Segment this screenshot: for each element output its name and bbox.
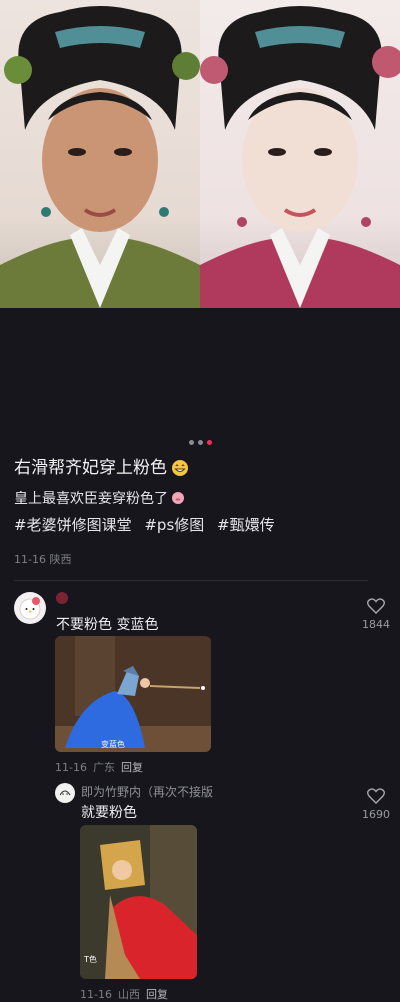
reply-button[interactable]: 回复 — [121, 761, 143, 774]
rose-emoji-icon — [56, 592, 68, 604]
reply-date: 11-16 — [80, 988, 112, 1001]
carousel-indicator[interactable] — [0, 440, 400, 445]
portrait-before — [0, 0, 200, 308]
post-caption: 右滑帮齐妃穿上粉色 皇上最喜欢臣妾穿粉色了 #老婆饼修图课堂 #ps修图 #甄嬛… — [14, 456, 386, 567]
reply-location: 山西 — [117, 988, 140, 1001]
image-caption: T色 — [84, 955, 97, 964]
hashtag-link[interactable]: #ps修图 — [144, 516, 204, 534]
avatar[interactable] — [14, 592, 46, 624]
reply-author[interactable]: 即为竹野内（再次不接版 — [81, 783, 213, 800]
post-subtitle: 皇上最喜欢臣妾穿粉色了 — [14, 491, 168, 507]
pig-emoji-icon — [172, 492, 184, 504]
carousel-dot[interactable] — [197, 440, 203, 445]
comment-date: 11-16 — [55, 761, 87, 774]
image-caption: 变蓝色 — [101, 740, 125, 749]
post-subtitle-row: 皇上最喜欢臣妾穿粉色了 — [14, 488, 386, 508]
post-title-row: 右滑帮齐妃穿上粉色 — [14, 456, 386, 480]
reply-like-count: 1690 — [362, 808, 390, 821]
comment-footer: 11-16 广东 回复 — [55, 759, 149, 775]
comment-location: 广东 — [92, 761, 115, 774]
reply-reply-button[interactable]: 回复 — [146, 988, 168, 1001]
hashtag-list: #老婆饼修图课堂 #ps修图 #甄嬛传 — [14, 514, 386, 535]
hashtag-link[interactable]: #甄嬛传 — [217, 516, 275, 534]
reply-avatar[interactable] — [55, 783, 75, 803]
heart-icon — [367, 788, 385, 804]
reply-like-button[interactable]: 1690 — [362, 788, 390, 821]
carousel-dot-active[interactable] — [206, 440, 212, 445]
comment-image[interactable]: 变蓝色 — [55, 636, 211, 752]
heart-icon — [367, 598, 385, 614]
like-button[interactable]: 1844 — [362, 598, 390, 631]
reply-footer: 11-16 山西 回复 — [80, 986, 174, 1002]
reply-text: 就要粉色 — [81, 805, 137, 821]
post-title: 右滑帮齐妃穿上粉色 — [14, 458, 167, 478]
post-meta: 11-16 陕西 — [14, 553, 72, 566]
portrait-after — [200, 0, 400, 308]
section-divider — [14, 580, 368, 581]
carousel-dot[interactable] — [188, 440, 194, 445]
comment-text: 不要粉色 变蓝色 — [56, 617, 159, 633]
like-count: 1844 — [362, 618, 390, 631]
reply-image[interactable]: T色 — [80, 825, 197, 979]
hashtag-link[interactable]: #老婆饼修图课堂 — [14, 516, 132, 534]
grin-emoji-icon — [172, 460, 188, 476]
image-carousel[interactable] — [0, 0, 400, 308]
